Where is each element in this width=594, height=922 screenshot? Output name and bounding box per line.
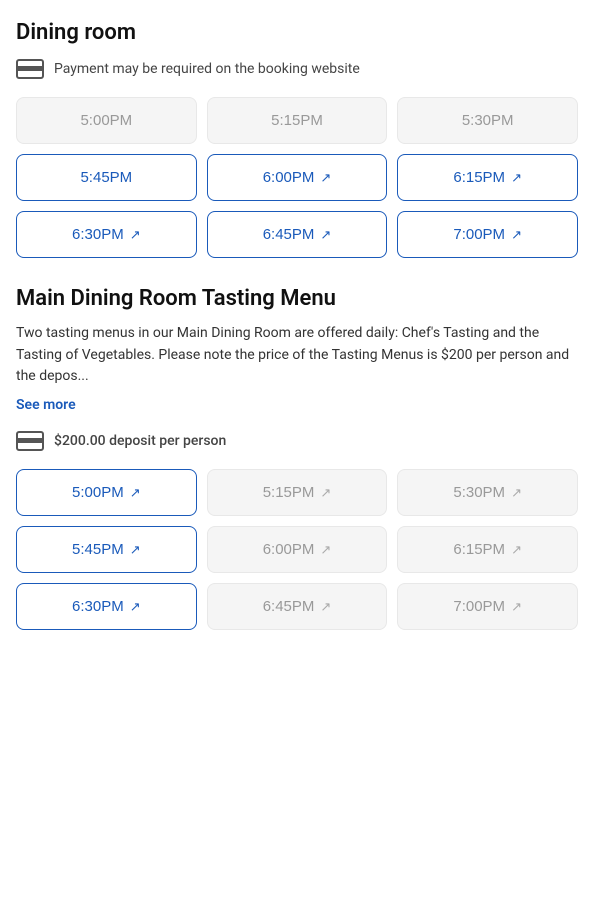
external-link-icon-gray: ↗︎ [320,485,331,501]
card-icon [16,59,44,79]
dining-room-title: Dining room [16,20,578,45]
external-link-icon: ↗︎ [320,170,331,186]
time-slot-615pm-1[interactable]: 6:15PM ↗︎ [397,154,578,201]
see-more-link[interactable]: See more [16,397,76,413]
external-link-icon: ↗︎ [130,599,141,615]
external-link-icon-gray: ↗︎ [320,599,331,615]
external-link-icon-gray: ↗︎ [511,599,522,615]
external-link-icon: ↗︎ [511,170,522,186]
dining-room-time-grid: 5:00PM 5:15PM 5:30PM 5:45PM 6:00PM ↗︎ 6:… [16,97,578,258]
time-slot-600pm-2[interactable]: 6:00PM ↗︎ [207,526,388,573]
external-link-icon: ↗︎ [320,227,331,243]
time-slot-530pm-2[interactable]: 5:30PM ↗︎ [397,469,578,516]
time-slot-615pm-2[interactable]: 6:15PM ↗︎ [397,526,578,573]
time-slot-700pm-1[interactable]: 7:00PM ↗︎ [397,211,578,258]
time-slot-500pm-1[interactable]: 5:00PM [16,97,197,144]
time-slot-630pm-2[interactable]: 6:30PM ↗︎ [16,583,197,630]
external-link-icon-gray: ↗︎ [511,542,522,558]
external-link-icon: ↗︎ [130,542,141,558]
external-link-icon: ↗︎ [511,227,522,243]
external-link-icon: ↗︎ [130,227,141,243]
time-slot-630pm-1[interactable]: 6:30PM ↗︎ [16,211,197,258]
external-link-icon-gray: ↗︎ [511,485,522,501]
tasting-menu-description: Two tasting menus in our Main Dining Roo… [16,323,578,388]
time-slot-545pm-1[interactable]: 5:45PM [16,154,197,201]
time-slot-515pm-1[interactable]: 5:15PM [207,97,388,144]
deposit-notice: $200.00 deposit per person [16,431,578,451]
time-slot-645pm-1[interactable]: 6:45PM ↗︎ [207,211,388,258]
time-slot-645pm-2[interactable]: 6:45PM ↗︎ [207,583,388,630]
external-link-icon-gray: ↗︎ [320,542,331,558]
dining-room-payment-notice: Payment may be required on the booking w… [16,59,578,79]
time-slot-545pm-2[interactable]: 5:45PM ↗︎ [16,526,197,573]
card-icon-2 [16,431,44,451]
deposit-notice-text: $200.00 deposit per person [54,433,226,449]
external-link-icon: ↗︎ [130,485,141,501]
time-slot-500pm-2[interactable]: 5:00PM ↗︎ [16,469,197,516]
time-slot-700pm-2[interactable]: 7:00PM ↗︎ [397,583,578,630]
tasting-menu-time-grid: 5:00PM ↗︎ 5:15PM ↗︎ 5:30PM ↗︎ 5:45PM ↗︎ … [16,469,578,630]
time-slot-600pm-1[interactable]: 6:00PM ↗︎ [207,154,388,201]
tasting-menu-title: Main Dining Room Tasting Menu [16,286,578,311]
payment-notice-text: Payment may be required on the booking w… [54,61,360,77]
time-slot-515pm-2[interactable]: 5:15PM ↗︎ [207,469,388,516]
time-slot-530pm-1[interactable]: 5:30PM [397,97,578,144]
